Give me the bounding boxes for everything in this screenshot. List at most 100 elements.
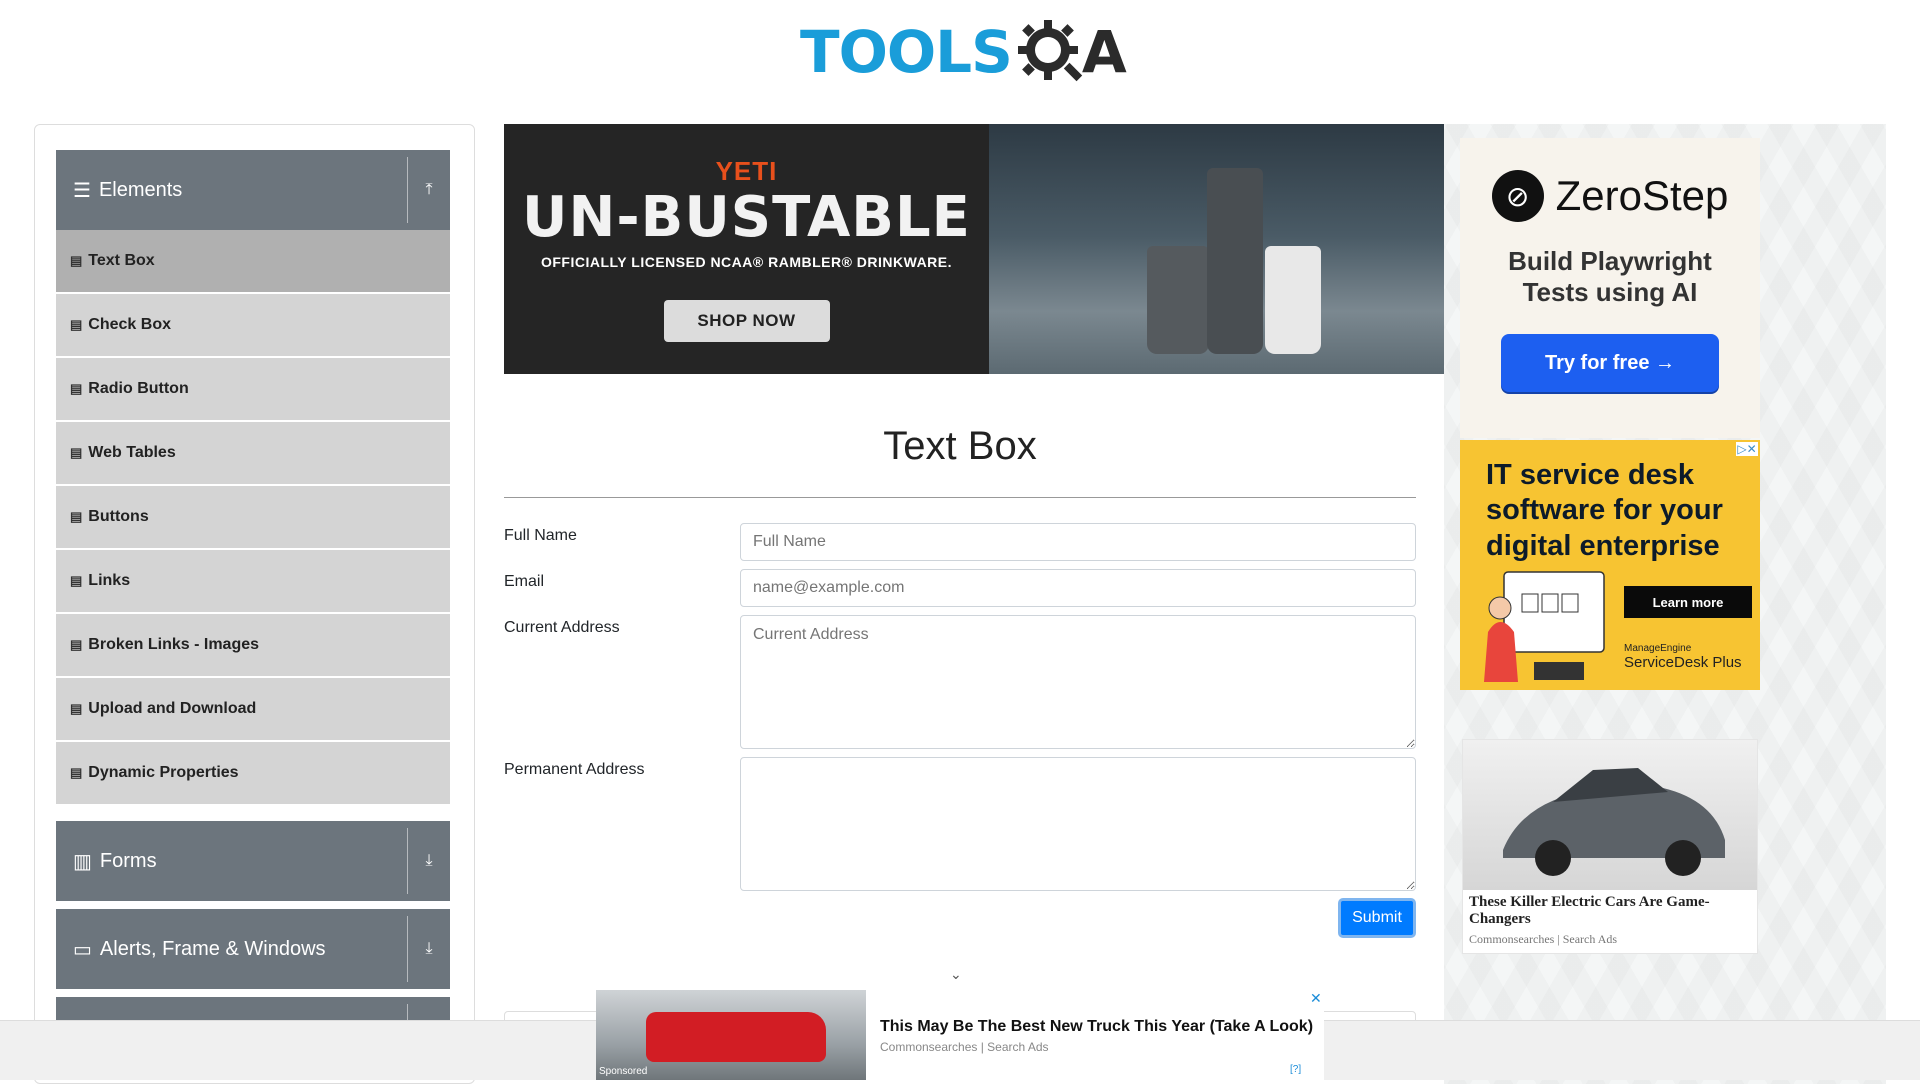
expand-arrow-icon[interactable]: ⤓ <box>408 940 450 958</box>
group-alerts[interactable]: ▭ Alerts, Frame & Windows ⤓ <box>56 909 450 989</box>
try-for-free-button[interactable]: Try for free → <box>1501 334 1719 393</box>
html-icon: ▤ <box>70 765 83 780</box>
electric-car-image <box>1463 740 1757 890</box>
logo-tools-text: TOOLS <box>800 18 1013 86</box>
current-address-textarea[interactable] <box>740 615 1416 749</box>
shop-now-button[interactable]: SHOP NOW <box>663 300 830 343</box>
menu-item-label: Upload and Download <box>88 700 257 717</box>
servicedesk-headline: IT service desk software for your digita… <box>1486 458 1723 564</box>
truck-image: Sponsored <box>596 990 866 1080</box>
right-ad-column: ⊘ ZeroStep Build Playwright Tests using … <box>1444 124 1886 1084</box>
servicedesk-plus-label: ServiceDesk Plus <box>1624 654 1742 671</box>
zerostep-subtitle-2: Tests using AI <box>1522 277 1698 308</box>
menu-item-label: Dynamic Properties <box>88 764 239 781</box>
zerostep-brand: ⊘ ZeroStep <box>1491 170 1729 222</box>
site-header: TOOLS A <box>0 0 1920 100</box>
page-title: Text Box <box>883 424 1037 468</box>
permanent-address-textarea[interactable] <box>740 757 1416 891</box>
list-icon: ☰ <box>73 179 91 202</box>
menu-item-label: Check Box <box>88 316 171 333</box>
menu-item-upload-download[interactable]: ▤ Upload and Download <box>56 678 450 740</box>
zerostep-ad[interactable]: ⊘ ZeroStep Build Playwright Tests using … <box>1460 138 1760 438</box>
banner-brand: YETI <box>715 155 778 186</box>
zerostep-logo-icon: ⊘ <box>1491 170 1544 222</box>
menu-item-text-box[interactable]: ▤ Text Box <box>56 230 450 292</box>
html-icon: ▤ <box>70 573 83 588</box>
group-forms-label: Forms <box>99 849 157 872</box>
sidebar: ☰ Elements ⤒ ▤ Text Box ▤ Check Box ▤ Ra… <box>34 124 475 1084</box>
bottom-ad-close-icon[interactable]: ✕ <box>1310 990 1322 1007</box>
yeti-banner-ad[interactable]: YETI UN-BUSTABLE OFFICIALLY LICENSED NCA… <box>504 124 1444 374</box>
drinkware-image <box>989 124 1444 374</box>
full-name-label: Full Name <box>504 527 577 544</box>
html-icon: ▤ <box>70 509 83 524</box>
support-agent-illustration <box>1484 571 1605 682</box>
menu-item-dynamic-properties[interactable]: ▤ Dynamic Properties <box>56 742 450 804</box>
truck-ad[interactable]: Sponsored This May Be The Best New Truck… <box>596 990 1324 1080</box>
gear-magnifier-icon <box>1017 20 1083 82</box>
menu-item-label: Broken Links - Images <box>88 636 260 653</box>
ad-close-icon[interactable]: ▷✕ <box>1736 442 1758 456</box>
permanent-address-label: Permanent Address <box>504 761 645 778</box>
truck-ad-source: Commonsearches | Search Ads <box>880 1040 1049 1054</box>
truck-shape <box>646 1012 826 1062</box>
electric-cars-ad[interactable]: These Killer Electric Cars Are Game-Chan… <box>1462 739 1758 954</box>
servicedesk-line-2: software for your <box>1486 494 1723 527</box>
learn-more-button[interactable]: Learn more <box>1624 586 1752 618</box>
servicedesk-line-1: IT service desk <box>1486 459 1694 491</box>
zerostep-subtitle-1: Build Playwright <box>1508 246 1712 276</box>
elements-menu: ▤ Text Box ▤ Check Box ▤ Radio Button ▤ … <box>56 230 450 806</box>
title-divider <box>504 497 1416 498</box>
zerostep-subtitle: Build Playwright Tests using AI <box>1508 246 1712 308</box>
banner-headline: UN-BUSTABLE <box>522 184 971 250</box>
tumbler-bottle <box>1207 168 1263 354</box>
html-icon: ▤ <box>70 253 83 268</box>
html-icon: ▤ <box>70 637 83 652</box>
servicedesk-ad[interactable]: ▷✕ IT service desk software for your dig… <box>1460 440 1760 690</box>
menu-item-radio-button[interactable]: ▤ Radio Button <box>56 358 450 420</box>
manageengine-label: ManageEngine <box>1624 643 1692 654</box>
group-elements-label: Elements <box>98 178 183 201</box>
html-icon: ▤ <box>70 701 83 716</box>
menu-item-broken-links[interactable]: ▤ Broken Links - Images <box>56 614 450 676</box>
car-illustration <box>1503 768 1725 876</box>
current-address-label: Current Address <box>504 619 620 636</box>
car-ad-source: Commonsearches | Search Ads <box>1469 931 1618 946</box>
menu-item-label: Links <box>88 572 131 589</box>
truck-ad-title: This May Be The Best New Truck This Year… <box>880 1018 1314 1035</box>
menu-item-label: Buttons <box>88 508 149 525</box>
window-icon: ▭ <box>73 938 92 961</box>
menu-item-label: Radio Button <box>88 380 189 397</box>
logo-qa-text: A <box>1081 18 1127 86</box>
car-ad-title: These Killer Electric Cars Are Game-Chan… <box>1469 894 1710 927</box>
zerostep-name: ZeroStep <box>1555 172 1729 219</box>
html-icon: ▤ <box>70 317 83 332</box>
menu-item-label: Web Tables <box>88 444 176 461</box>
ad-info-link[interactable]: [?] <box>1290 1064 1301 1075</box>
banner-tagline: OFFICIALLY LICENSED NCAA® RAMBLER® DRINK… <box>540 254 953 271</box>
group-forms[interactable]: ▥ Forms ⤓ <box>56 821 450 901</box>
group-elements[interactable]: ☰ Elements ⤒ <box>56 150 450 230</box>
menu-item-buttons[interactable]: ▤ Buttons <box>56 486 450 548</box>
tumbler-left <box>1147 246 1209 354</box>
sponsored-label: Sponsored <box>599 1066 648 1077</box>
toolsqa-logo[interactable]: TOOLS A <box>800 14 1127 90</box>
servicedesk-line-3: digital enterprise <box>1486 529 1720 562</box>
menu-item-label: Text Box <box>88 252 155 269</box>
tumbler-right <box>1265 246 1321 354</box>
banner-copy: YETI UN-BUSTABLE OFFICIALLY LICENSED NCA… <box>504 124 989 374</box>
menu-item-links[interactable]: ▤ Links <box>56 550 450 612</box>
expand-arrow-icon[interactable]: ⤓ <box>408 852 450 870</box>
menu-item-check-box[interactable]: ▤ Check Box <box>56 294 450 356</box>
submit-button[interactable]: Submit <box>1338 898 1416 938</box>
full-name-input[interactable] <box>740 523 1416 561</box>
email-label: Email <box>504 573 545 590</box>
form-icon: ▥ <box>73 850 92 873</box>
menu-item-web-tables[interactable]: ▤ Web Tables <box>56 422 450 484</box>
email-input[interactable] <box>740 569 1416 607</box>
html-icon: ▤ <box>70 445 83 460</box>
group-alerts-label: Alerts, Frame & Windows <box>99 937 326 960</box>
chevron-down-icon[interactable]: ⌄ <box>950 966 962 983</box>
collapse-arrow-icon[interactable]: ⤒ <box>408 181 450 199</box>
html-icon: ▤ <box>70 381 83 396</box>
